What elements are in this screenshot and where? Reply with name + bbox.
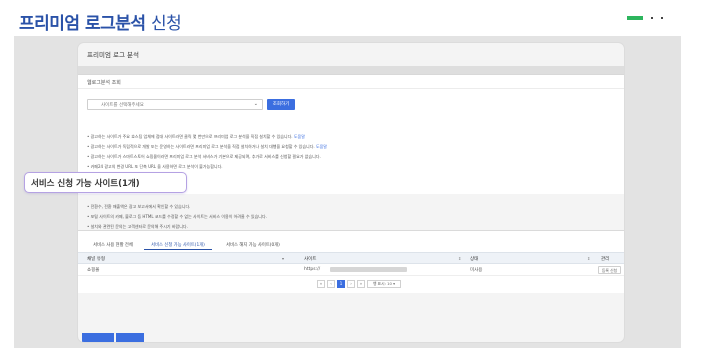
note-item: • 광고하는 사이트가 독립적으로 개발 또는 운영하는 사이트라면 프리미엄 …: [87, 142, 617, 152]
tab-service-cancel-available[interactable]: 서비스 해지 가능 사이트(0개): [218, 238, 288, 250]
sort-icon[interactable]: ⇕: [458, 256, 461, 261]
apply-button[interactable]: 등록 신청: [598, 266, 621, 274]
prev-page-button[interactable]: ‹: [327, 280, 335, 288]
redacted-url: [330, 267, 407, 272]
note-text: • 카페24 광고의 변경 URL 또 단축 URL 을 사용하면 로그 분석이…: [87, 164, 223, 169]
table-row: 쇼핑몰 https:// 미사용 등록 신청: [78, 264, 624, 276]
cell-status: 미사용: [470, 268, 483, 273]
inquiry-heading: 웹로그분석 조회: [78, 75, 624, 89]
note-item: • 광고하는 사이트가 주요 호스팅 업체에 접대 사이트라면 클릭 몇 번만으…: [87, 132, 617, 142]
note-item: • 광고하는 사이트가 스마트스토어 쇼핑몰이라면 프리미엄 로그 분석 서비스…: [87, 152, 617, 162]
footer-button-left[interactable]: [82, 333, 114, 342]
page-title-bold: 프리미엄 로그분석: [19, 14, 146, 34]
note-text: • 광고하는 사이트가 독립적으로 개발 또는 운영하는 사이트라면 프리미엄 …: [87, 144, 315, 149]
page-1-button[interactable]: 1: [337, 280, 345, 288]
callout-label: 서비스 신청 가능 사이트(1개): [24, 172, 187, 193]
column-header-channel-type[interactable]: 채널 유형: [87, 256, 105, 262]
corner-decoration: [627, 7, 663, 26]
dot-icon: [651, 16, 653, 19]
note-text: • 광고하는 사이트가 스마트스토어 쇼핑몰이라면 프리미엄 로그 분석 서비스…: [87, 154, 321, 159]
site-select-placeholder: 사이트를 선택해주세요: [101, 103, 144, 108]
column-header-site[interactable]: 사이트: [304, 256, 316, 262]
table-header: 채널 유형 ▾ 사이트 ⇕ 상태 ⇕ 관리: [78, 252, 624, 264]
chevron-down-icon: ⌄: [253, 101, 258, 107]
help-link[interactable]: 도움말: [294, 134, 305, 139]
page-title: 프리미엄 로그분석 신청: [19, 9, 182, 34]
footer-button-right[interactable]: [116, 333, 144, 342]
card-band: [78, 66, 624, 74]
page-title-light: 신청: [150, 14, 182, 34]
cell-channel-type: 쇼핑몰: [87, 268, 100, 273]
green-bar-icon: [627, 15, 643, 20]
last-page-button[interactable]: »: [357, 280, 365, 288]
sort-icon[interactable]: ▾: [282, 256, 284, 261]
help-link[interactable]: 도움말: [316, 144, 327, 149]
card-title: 프리미엄 로그 분석: [87, 51, 139, 59]
column-header-action: 관리: [601, 257, 610, 262]
tab-service-usage-all[interactable]: 서비스 사용 현황 전체: [86, 238, 140, 250]
reference-line: • 전환수, 전환 매출액은 광고 보고서에서 확인할 수 있습니다.: [87, 204, 191, 209]
search-button[interactable]: 조회하기: [267, 99, 295, 110]
dot-icon: [661, 16, 663, 19]
site-list-panel: 서비스 사용 현황 전체 서비스 신청 가능 사이트(1개) 서비스 해지 가능…: [78, 230, 624, 293]
tab-service-apply-available[interactable]: 서비스 신청 가능 사이트(1개): [144, 238, 212, 250]
note-item: • 카페24 광고의 변경 URL 또 단축 URL 을 사용하면 로그 분석이…: [87, 162, 617, 172]
note-text: • 광고하는 사이트가 주요 호스팅 업체에 접대 사이트라면 클릭 몇 번만으…: [87, 134, 293, 139]
first-page-button[interactable]: «: [317, 280, 325, 288]
sort-icon[interactable]: ⇕: [587, 256, 590, 261]
column-header-status[interactable]: 상태: [470, 256, 478, 262]
notes-list: • 광고하는 사이트가 주요 호스팅 업체에 접대 사이트라면 클릭 몇 번만으…: [87, 132, 617, 172]
next-page-button[interactable]: ›: [347, 280, 355, 288]
cell-site: https://: [304, 267, 321, 272]
page: 프리미엄 로그분석 신청 프리미엄 로그 분석 웹로그분석 조회 사이트를 선택…: [0, 0, 701, 355]
rows-per-page-select[interactable]: 행 표시: 10 ▾: [367, 280, 401, 288]
site-select[interactable]: 사이트를 선택해주세요 ⌄: [87, 99, 263, 110]
reference-line: • 포털 사이트의 카페, 블로그 등 HTML 코드를 수정할 수 없는 사이…: [87, 214, 267, 219]
